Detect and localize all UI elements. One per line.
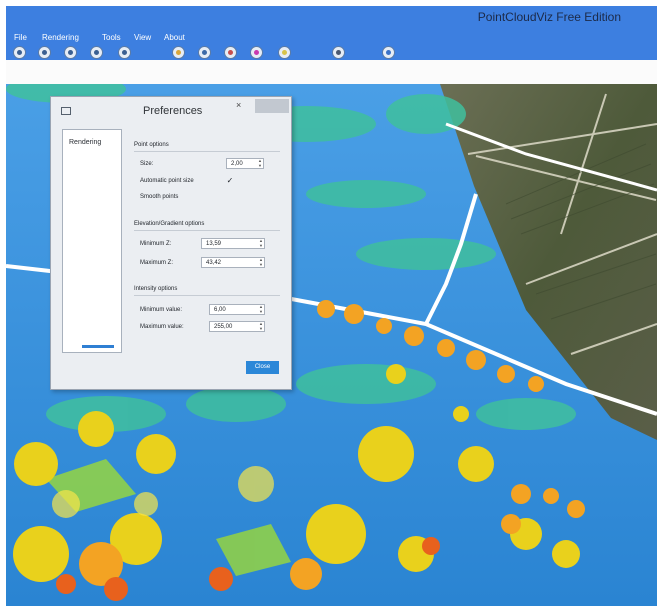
settings-icon[interactable] [332, 46, 345, 59]
max-intensity-spinbox[interactable]: 255,00 ▲ ▼ [209, 321, 265, 332]
audio-icon[interactable] [224, 46, 237, 59]
size-label: Size: [140, 161, 154, 167]
zoom-icon[interactable] [13, 46, 26, 59]
spin-arrows-icon[interactable]: ▲ ▼ [259, 257, 263, 267]
close-icon[interactable]: × [236, 100, 241, 110]
preferences-dialog: Preferences × Rendering Point options Si… [50, 96, 292, 390]
divider [134, 230, 280, 231]
close-button[interactable]: Close [246, 361, 279, 374]
divider [134, 151, 280, 152]
title-bar: PointCloudViz Free Edition [6, 6, 657, 32]
dialog-title-bar: Preferences × [51, 97, 289, 123]
max-z-spinbox[interactable]: 43,42 ▲ ▼ [201, 257, 265, 268]
menu-view[interactable]: View [134, 33, 151, 42]
min-z-label: Minimum Z: [140, 241, 172, 247]
dialog-close-button[interactable] [255, 99, 289, 113]
rotate-icon[interactable] [64, 46, 77, 59]
min-intensity-spinbox[interactable]: 6,00 ▲ ▼ [209, 304, 265, 315]
camera-icon[interactable] [38, 46, 51, 59]
min-intensity-value: 6,00 [214, 307, 226, 313]
min-z-spinbox[interactable]: 13,59 ▲ ▼ [201, 238, 265, 249]
smooth-points-checkbox[interactable] [225, 192, 235, 202]
grid-icon[interactable] [90, 46, 103, 59]
auto-size-checkbox[interactable]: ✓ [225, 176, 235, 186]
divider [134, 295, 280, 296]
menu-about[interactable]: About [164, 33, 185, 42]
point-options-heading: Point options [134, 142, 169, 148]
max-z-value: 43,42 [206, 260, 222, 266]
menu-rendering[interactable]: Rendering [42, 33, 79, 42]
category-rendering[interactable]: Rendering [69, 139, 101, 146]
brush-icon[interactable] [278, 46, 291, 59]
spin-arrows-icon[interactable]: ▲ ▼ [259, 304, 263, 314]
min-z-value: 13,59 [206, 241, 222, 247]
spin-arrows-icon[interactable]: ▲ ▼ [259, 238, 263, 248]
window-icon [61, 107, 71, 115]
dialog-title: Preferences [143, 105, 203, 117]
list-scrollbar[interactable] [82, 345, 114, 348]
auto-size-label: Automatic point size [140, 178, 194, 184]
size-value: 2,00 [231, 161, 243, 167]
app-window: PointCloudViz Free Edition File Renderin… [0, 0, 663, 612]
min-intensity-label: Minimum value: [140, 307, 183, 313]
max-intensity-label: Maximum value: [140, 324, 184, 330]
spin-arrows-icon[interactable]: ▲ ▼ [258, 158, 262, 168]
help-icon[interactable] [382, 46, 395, 59]
menu-tools[interactable]: Tools [102, 33, 121, 42]
color-icon[interactable] [250, 46, 263, 59]
intensity-options-heading: Intensity options [134, 286, 178, 292]
category-list: Rendering [62, 129, 122, 353]
palette-icon[interactable] [198, 46, 211, 59]
size-spinbox[interactable]: 2,00 ▲ ▼ [226, 158, 264, 169]
spin-arrows-icon[interactable]: ▲ ▼ [259, 321, 263, 331]
tool-strip [6, 60, 657, 85]
layers-icon[interactable] [172, 46, 185, 59]
menu-bar: File Rendering Tools View About [6, 32, 657, 60]
gradient-options-heading: Elevation/Gradient options [134, 221, 205, 227]
max-intensity-value: 255,00 [214, 324, 233, 330]
window-title: PointCloudViz Free Edition [477, 10, 621, 24]
split-icon[interactable] [118, 46, 131, 59]
max-z-label: Maximum Z: [140, 260, 173, 266]
menu-file[interactable]: File [14, 33, 27, 42]
smooth-points-label: Smooth points [140, 194, 179, 200]
